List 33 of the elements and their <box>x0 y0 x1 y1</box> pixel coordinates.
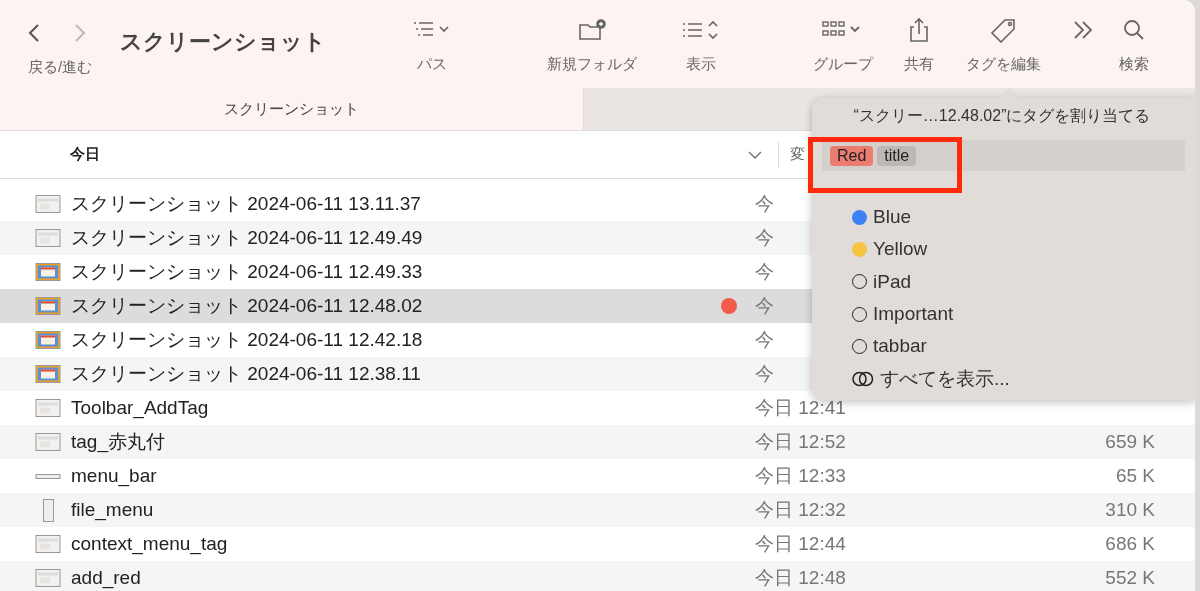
file-size: 686 K <box>1104 533 1155 555</box>
date-modified: 今 <box>755 226 774 250</box>
file-size: 310 K <box>1104 499 1155 521</box>
date-modified: 今日 12:41 <box>755 396 846 420</box>
file-name: スクリーンショット 2024-06-11 12.42.18 <box>71 328 424 352</box>
file-name: context_menu_tag <box>71 533 229 555</box>
file-name: add_red <box>71 567 142 589</box>
file-size: 552 K <box>1104 567 1155 589</box>
date-modified: 今 <box>755 192 774 216</box>
nav-label: 戻る/進む <box>27 58 93 77</box>
file-name: menu_bar <box>71 465 158 487</box>
file-name: スクリーンショット 2024-06-11 12.49.33 <box>71 260 424 284</box>
file-size: 65 K <box>1114 465 1155 487</box>
file-size: 659 K <box>1104 431 1155 453</box>
date-modified: 今 <box>755 260 774 284</box>
group-header: 今日 <box>70 145 101 164</box>
file-name: Toolbar_AddTag <box>71 397 210 419</box>
date-modified: 今 <box>755 294 774 318</box>
file-name: スクリーンショット 2024-06-11 12.38.11 <box>71 362 422 386</box>
file-name: スクリーンショット 2024-06-11 13.11.37 <box>71 192 422 216</box>
date-modified: 今 <box>755 328 774 352</box>
file-name: スクリーンショット 2024-06-11 12.48.02 <box>71 294 424 318</box>
date-modified: 今日 12:48 <box>755 566 846 590</box>
date-modified: 今日 12:33 <box>755 464 846 488</box>
file-name: file_menu <box>71 499 155 521</box>
popover-title: “スクリー…12.48.02”にタグを割り当てる <box>852 106 1152 126</box>
file-name: スクリーンショット 2024-06-11 12.49.49 <box>71 226 424 250</box>
window-title: スクリーンショット <box>119 28 327 56</box>
date-modified: 今日 12:52 <box>755 430 846 454</box>
date-modified: 今日 12:44 <box>755 532 846 556</box>
date-modified: 今日 12:32 <box>755 498 846 522</box>
date-modified: 今 <box>755 362 774 386</box>
file-name: tag_赤丸付 <box>71 430 166 455</box>
